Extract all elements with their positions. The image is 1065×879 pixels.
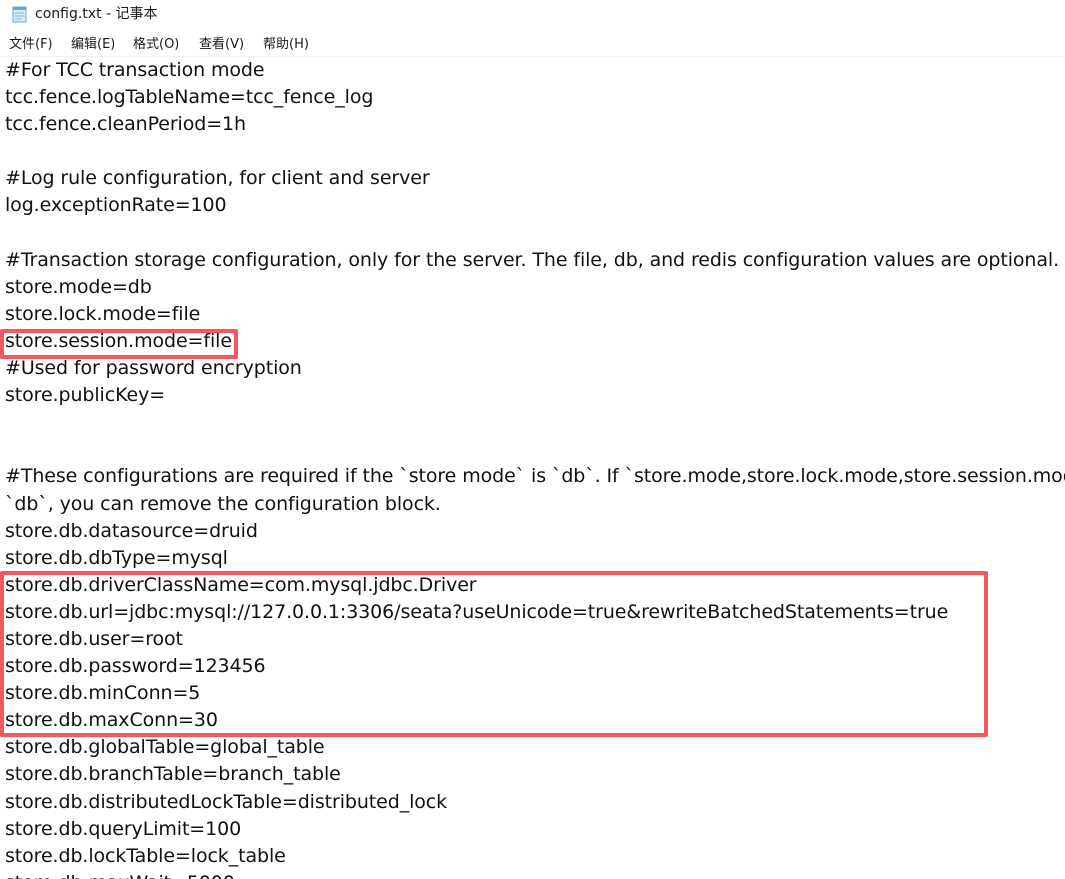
menu-edit[interactable]: 编辑(E) (71, 36, 115, 54)
text-line: store.db.maxWait=5000 (5, 870, 1065, 879)
text-line: `db`, you can remove the configuration b… (5, 492, 441, 515)
menu-help[interactable]: 帮助(H) (263, 36, 309, 54)
text-line: store.db.url=jdbc:mysql://127.0.0.1:3306… (5, 600, 949, 623)
text-line: store.db.datasource=druid (5, 519, 258, 542)
text-line: #Transaction storage configuration, only… (5, 248, 1060, 271)
text-line: store.db.distributedLockTable=distribute… (5, 790, 448, 813)
text-line: #Log rule configuration, for client and … (5, 167, 430, 190)
text-line: #These configurations are required if th… (5, 465, 1065, 488)
text-line: store.db.password=123456 (5, 655, 266, 678)
text-line: store.db.minConn=5 (5, 682, 201, 705)
text-line: log.exceptionRate=100 (5, 194, 227, 217)
text-editor[interactable]: #For TCC transaction mode tcc.fence.logTa… (0, 57, 1065, 879)
title-bar[interactable]: config.txt - 记事本 (0, 0, 1065, 30)
text-line: store.db.lockTable=lock_table (5, 844, 286, 867)
text-line: store.db.user=root (5, 627, 183, 650)
text-line: store.db.dbType=mysql (5, 546, 228, 569)
text-line: #For TCC transaction mode (5, 59, 265, 81)
text-line: store.mode=db (5, 275, 152, 298)
text-line: tcc.fence.cleanPeriod=1h (5, 113, 246, 136)
text-line (5, 220, 1065, 247)
text-line (5, 409, 1065, 436)
notepad-window: config.txt - 记事本 文件(F) 编辑(E) 格式(O) 查看(V)… (0, 0, 1065, 879)
text-line: store.lock.mode=file (5, 302, 201, 325)
text-line: store.db.globalTable=global_table (5, 736, 325, 759)
text-lines: #For TCC transaction mode tcc.fence.logTa… (5, 57, 1065, 879)
text-line: store.db.queryLimit=100 (5, 817, 242, 840)
text-line: store.session.mode=file (5, 329, 232, 352)
menu-bar: 文件(F) 编辑(E) 格式(O) 查看(V) 帮助(H) (0, 33, 1065, 55)
text-line: #Used for password encryption (5, 357, 302, 380)
text-line: tcc.fence.logTableName=tcc_fence_log (5, 86, 374, 109)
menu-view[interactable]: 查看(V) (199, 36, 244, 54)
text-line: store.db.driverClassName=com.mysql.jdbc.… (5, 573, 477, 596)
notepad-icon (12, 6, 27, 23)
text-line (5, 138, 1065, 165)
text-line (5, 436, 1065, 463)
menu-format[interactable]: 格式(O) (133, 36, 179, 54)
text-line: store.db.maxConn=30 (5, 709, 218, 732)
menu-file[interactable]: 文件(F) (9, 36, 53, 54)
window-title: config.txt - 记事本 (35, 6, 158, 22)
text-line: store.db.branchTable=branch_table (5, 763, 341, 786)
text-line: store.publicKey= (5, 384, 166, 407)
